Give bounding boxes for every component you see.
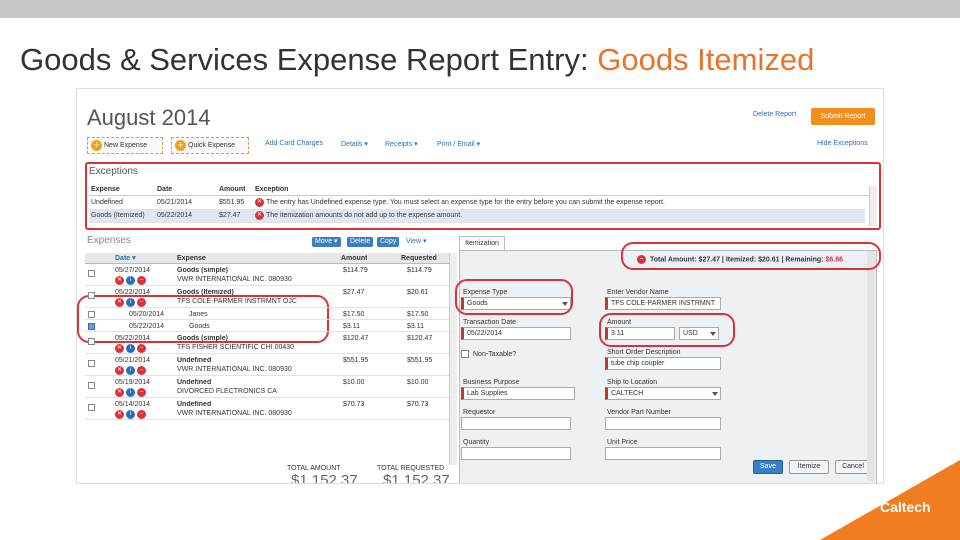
total-requested-value: $1,152.37	[383, 472, 450, 484]
error-icon: ✕	[115, 366, 124, 375]
remove-icon: –	[137, 366, 146, 375]
row-checkbox[interactable]	[88, 311, 95, 318]
view-menu[interactable]: View ▾	[403, 237, 430, 247]
expenses-totals: TOTAL AMOUNT TOTAL REQUESTED $1,152.37 $…	[85, 465, 457, 484]
error-icon: ✕	[115, 410, 124, 419]
receipt-icon: i	[126, 388, 135, 397]
save-button[interactable]: Save	[753, 460, 783, 474]
remove-icon: –	[137, 410, 146, 419]
table-row[interactable]: 05/14/2014 Undefined VWR INTERNATIONAL INC…	[85, 399, 449, 420]
receipts-menu[interactable]: Receipts ▾	[385, 140, 418, 148]
unit-price-field[interactable]	[605, 447, 721, 460]
receipt-icon: i	[126, 298, 135, 307]
receipt-icon: i	[126, 344, 135, 353]
transaction-date-field[interactable]: 05/22/2014	[461, 327, 571, 340]
itemization-row[interactable]: 05/22/2014 Goods $3.11 $3.11	[85, 321, 449, 332]
exceptions-label: Exceptions	[89, 166, 138, 177]
row-checkbox[interactable]	[88, 404, 95, 411]
print-email-menu[interactable]: Print / Email ▾	[437, 140, 480, 148]
row-checkbox[interactable]	[88, 292, 95, 299]
exceptions-scrollbar[interactable]	[869, 186, 877, 226]
screenshot-frame: August 2014 Delete Report Submit Report …	[76, 88, 884, 484]
table-row[interactable]: 05/22/2014 Goods (Itemized) TFS COLE-PARME…	[85, 287, 449, 308]
error-icon: ✕	[255, 210, 264, 220]
new-expense-button[interactable]: + New Expense	[87, 137, 163, 154]
itemization-row[interactable]: 05/20/2014 Janes $17.50 $17.50	[85, 309, 449, 320]
row-status-icons: ✕ i –	[115, 298, 148, 307]
total-amount-value: $1,152.37	[291, 472, 358, 484]
row-status-icons: ✕ i –	[115, 276, 148, 285]
plus-icon: +	[91, 140, 102, 151]
exception-row[interactable]: Goods (Itemized) 05/22/2014 $27.47 ✕ The …	[89, 210, 865, 223]
business-purpose-field[interactable]: Lab Supplies	[461, 387, 575, 400]
row-status-icons: ✕ i –	[115, 344, 148, 353]
row-checkbox[interactable]	[88, 360, 95, 367]
caltech-logo: Caltech	[880, 499, 931, 515]
hide-exceptions-link[interactable]: Hide Exceptions	[817, 140, 868, 147]
remove-icon: –	[137, 276, 146, 285]
error-icon: ✕	[115, 388, 124, 397]
date-sort-header[interactable]: Date ▾	[115, 253, 136, 264]
receipt-icon: i	[126, 410, 135, 419]
itemization-scrollbar[interactable]	[867, 251, 875, 481]
row-status-icons: ✕ i –	[115, 366, 148, 375]
receipt-icon: i	[126, 276, 135, 285]
vendor-name-field[interactable]: TFS COLE-PARMER INSTRMNT	[605, 297, 721, 310]
requestor-field[interactable]	[461, 417, 571, 430]
remove-icon: –	[137, 344, 146, 353]
vendor-part-number-field[interactable]	[605, 417, 721, 430]
submit-report-button[interactable]: Submit Report	[811, 108, 875, 125]
remove-icon: –	[137, 388, 146, 397]
error-icon: ✕	[115, 298, 124, 307]
report-month-title: August 2014	[87, 105, 211, 130]
row-checkbox[interactable]	[88, 270, 95, 277]
report-toolbar: + New Expense + Quick Expense Add Card Cha…	[87, 137, 877, 155]
move-button[interactable]: Move ▾	[312, 237, 341, 247]
delete-report-link[interactable]: Delete Report	[753, 111, 796, 118]
table-row[interactable]: 05/22/2014 Goods (simple) TFS FISHER SCIEN…	[85, 333, 449, 354]
ship-to-location-select[interactable]: CALTECH	[605, 387, 721, 400]
exception-row[interactable]: Undefined 05/21/2014 $551.95 ✕ The entry …	[89, 197, 865, 210]
highlight-amount	[599, 313, 735, 347]
quick-expense-button[interactable]: + Quick Expense	[171, 137, 249, 154]
exceptions-header: Expense Date Amount Exception	[89, 186, 877, 196]
error-icon: ✕	[255, 197, 264, 207]
delete-button[interactable]: Delete	[347, 237, 374, 247]
quantity-field[interactable]	[461, 447, 571, 460]
error-icon: ✕	[115, 276, 124, 285]
expenses-label: Expenses	[87, 235, 131, 246]
plus-icon: +	[175, 140, 186, 151]
add-card-charges-link[interactable]: Add Card Charges	[265, 140, 323, 147]
remove-icon: –	[137, 298, 146, 307]
copy-button[interactable]: Copy	[377, 237, 400, 247]
row-checkbox[interactable]	[88, 338, 95, 345]
slide-top-bar	[0, 0, 960, 18]
slide-title: Goods & Services Expense Report Entry: G…	[20, 42, 815, 77]
row-checkbox[interactable]	[88, 323, 95, 330]
receipt-icon: i	[126, 366, 135, 375]
non-taxable-checkbox[interactable]	[461, 350, 469, 358]
row-status-icons: ✕ i –	[115, 388, 148, 397]
table-row[interactable]: 05/27/2014 Goods (simple) VWR INTERNATIONA…	[85, 265, 449, 286]
error-icon: ✕	[115, 344, 124, 353]
row-status-icons: ✕ i –	[115, 410, 148, 419]
exceptions-panel: Exceptions Expense Date Amount Exception…	[85, 162, 881, 230]
short-description-field[interactable]: tube chip coupler	[605, 357, 721, 370]
details-menu[interactable]: Details ▾	[341, 140, 368, 148]
table-row[interactable]: 05/19/2014 Undefined DIVORCED FLECTRONICS …	[85, 377, 449, 398]
table-row[interactable]: 05/21/2014 Undefined VWR INTERNATIONAL INC…	[85, 355, 449, 376]
expenses-header: Date ▾ Expense Amount Requested	[85, 253, 449, 264]
slide-title-highlight: Goods Itemized	[597, 42, 815, 77]
row-checkbox[interactable]	[88, 382, 95, 389]
chevron-down-icon	[712, 392, 718, 396]
highlight-itemization-summary	[621, 242, 881, 270]
tab-itemization[interactable]: Itemization	[459, 236, 505, 251]
highlight-expense-type	[455, 279, 573, 315]
